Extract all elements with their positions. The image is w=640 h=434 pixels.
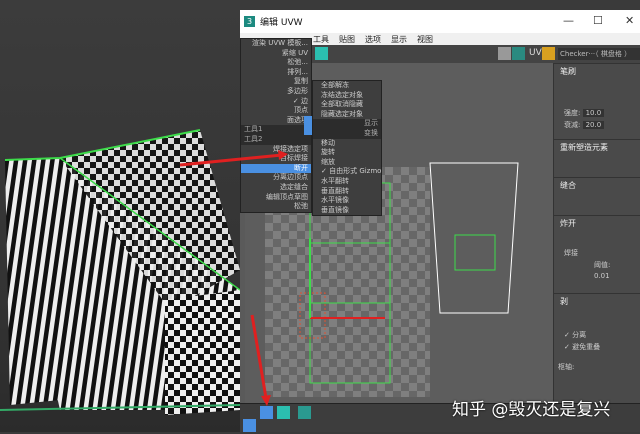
menu-item[interactable]: 目标焊接 <box>241 154 311 164</box>
maximize-button[interactable]: ☐ <box>593 14 603 27</box>
menu-item[interactable]: 水平镜像 <box>313 196 381 206</box>
avoid-overlap-label: 避免重叠 <box>572 343 601 351</box>
menu-view[interactable]: 视图 <box>417 34 433 45</box>
close-button[interactable]: ✕ <box>625 14 634 27</box>
window-title: 编辑 UVW <box>260 18 303 28</box>
menu-item[interactable]: 松弛... <box>241 58 311 68</box>
menu-header: 工具2 <box>241 134 311 145</box>
menu-item[interactable]: 焊接选定项 <box>241 145 311 155</box>
context-menu: 渲染 UVW 模板... 紧缩 UV 松弛... 排列... 复制 多边形 ✓ … <box>240 38 312 213</box>
submenu: 全部解冻 冻结选定对象 全部取消隐藏 隐藏选定对象 显示 变换 移动 旋转 缩放… <box>312 80 382 217</box>
minimize-button[interactable]: — <box>563 14 574 27</box>
detach-label: 分离 <box>572 331 587 339</box>
menu-item[interactable]: 缩放 <box>313 158 381 168</box>
menu-item[interactable]: 全部解冻 <box>313 81 381 91</box>
pivot-label: 枢轴: <box>558 363 575 371</box>
threshold-label: 阈值: <box>594 261 611 269</box>
menu-item[interactable]: 隐藏选定对象 <box>313 110 381 120</box>
checker-icon[interactable] <box>512 47 525 60</box>
menu-item[interactable]: 紧缩 UV <box>241 49 311 59</box>
section-peel[interactable]: 剥 <box>554 293 640 309</box>
menu-item[interactable]: 全部取消隐藏 <box>313 100 381 110</box>
menu-item[interactable]: 选定缝合 <box>241 183 311 193</box>
menu-item[interactable]: 编辑顶点草图 <box>241 193 311 203</box>
house-model <box>0 129 241 415</box>
texture-icon[interactable] <box>542 47 555 60</box>
weld-label: 焊接 <box>564 249 578 257</box>
strength-label: 强度: <box>564 109 581 117</box>
uv-button[interactable]: UV <box>529 48 542 58</box>
menu-header: 显示 <box>313 119 381 129</box>
texture-dropdown[interactable]: Checker···（ 棋盘格 ） <box>558 48 640 60</box>
menu-item[interactable]: 旋转 <box>313 148 381 158</box>
menu-item[interactable]: 松弛 <box>241 202 311 212</box>
menu-item[interactable]: 垂直翻转 <box>313 187 381 197</box>
menu-item[interactable]: 多边形 <box>241 87 311 97</box>
break-tool-icon[interactable] <box>260 406 273 419</box>
menu-item-break[interactable]: 断开 <box>241 163 311 174</box>
menu-item-checked[interactable]: ✓ 自由形式 Gizmo <box>313 167 381 177</box>
section-brush[interactable]: 笔刷 <box>554 63 640 79</box>
section-explode[interactable]: 炸开 <box>554 215 640 231</box>
grid-icon[interactable] <box>498 47 511 60</box>
menu-item[interactable]: 水平翻转 <box>313 177 381 187</box>
menu-tools[interactable]: 工具 <box>313 34 329 45</box>
menu-item[interactable]: 复制 <box>241 77 311 87</box>
title-bar: 3 编辑 UVW — ☐ ✕ <box>240 10 640 33</box>
menu-item[interactable]: 顶点 <box>241 106 311 116</box>
menu-item[interactable]: 垂直镜像 <box>313 206 381 216</box>
menu-item-checked[interactable]: ✓ 边 <box>241 97 311 107</box>
menu-item[interactable]: 渲染 UVW 模板... <box>241 39 311 49</box>
falloff-row: 衰减: 20.0 <box>554 119 640 131</box>
strength-input[interactable]: 10.0 <box>582 109 605 117</box>
falloff-input[interactable]: 20.0 <box>582 121 605 129</box>
avoid-overlap-checkbox[interactable]: ✓ 避免重叠 <box>554 341 640 353</box>
face-mode-icon[interactable] <box>277 406 290 419</box>
watermark: 知乎 @毁灭还是复兴 <box>452 400 611 420</box>
menu-item[interactable]: 移动 <box>313 139 381 149</box>
menu-mapping[interactable]: 贴图 <box>339 34 355 45</box>
strength-row: 强度: 10.0 <box>554 107 640 119</box>
menu-item[interactable]: 排列... <box>241 68 311 78</box>
falloff-label: 衰减: <box>564 121 581 129</box>
menu-display[interactable]: 显示 <box>391 34 407 45</box>
menu-item[interactable]: 分离边顶点 <box>241 173 311 183</box>
mirror-tool-icon[interactable] <box>315 47 328 60</box>
right-panel: 笔刷 强度: 10.0 衰减: 20.0 重新塑造元素 缝合 炸开 焊接 阈值:… <box>553 63 640 403</box>
menu-options[interactable]: 选项 <box>365 34 381 45</box>
menu-item[interactable]: 冻结选定对象 <box>313 91 381 101</box>
section-stitch[interactable]: 缝合 <box>554 177 640 193</box>
app-logo-icon: 3 <box>244 16 255 27</box>
menu-header: 变换 <box>313 128 381 139</box>
element-mode-icon[interactable] <box>298 406 311 419</box>
threshold-input[interactable]: 0.01 <box>554 271 640 281</box>
menu-header: 工具1 <box>241 125 311 135</box>
key-icon[interactable] <box>243 419 256 432</box>
menu-item[interactable]: 面选项 <box>241 116 311 126</box>
3d-viewport[interactable] <box>0 0 241 432</box>
detach-checkbox[interactable]: ✓ 分离 <box>554 329 640 341</box>
section-reshape[interactable]: 重新塑造元素 <box>554 139 640 155</box>
